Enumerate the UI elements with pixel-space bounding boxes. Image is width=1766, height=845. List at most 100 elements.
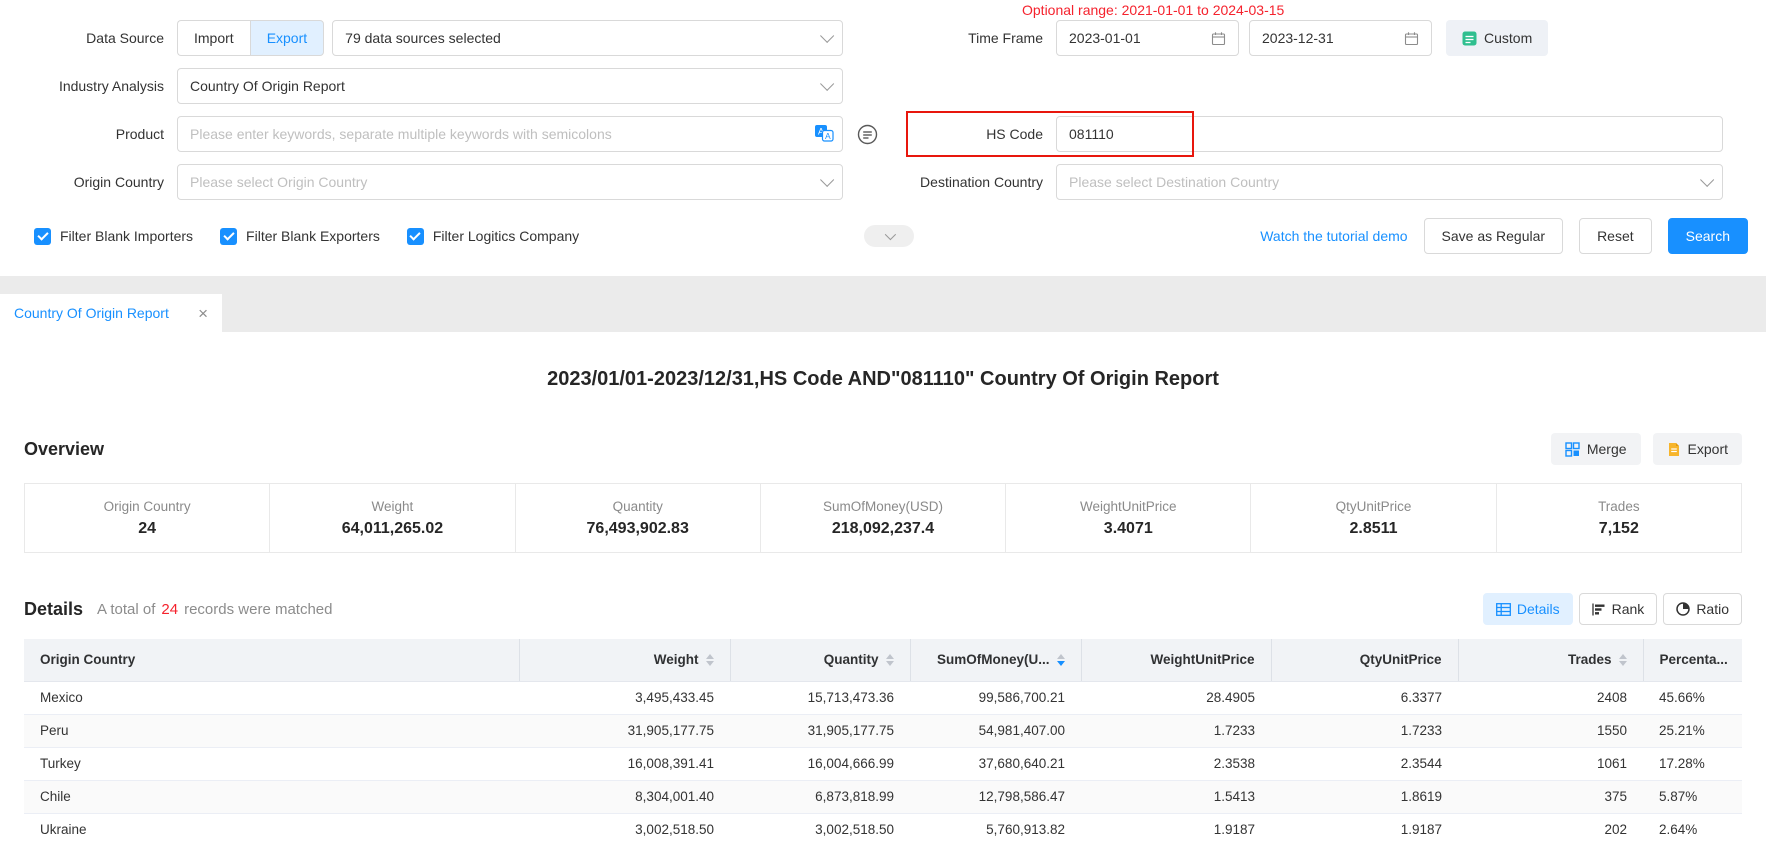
save-as-regular-button[interactable]: Save as Regular (1424, 218, 1564, 254)
view-ratio-label: Ratio (1696, 601, 1729, 617)
form-row-countries: Origin Country Please select Origin Coun… (0, 164, 1766, 200)
report-tabs-bar: Country Of Origin Report × (0, 276, 1766, 332)
overview-actions: Merge Export (1551, 433, 1742, 465)
details-header: Details A total of24records were matched… (24, 593, 1742, 625)
industry-analysis-label: Industry Analysis (0, 78, 177, 94)
column-label: Weight (654, 652, 699, 667)
time-frame-label: Time Frame (906, 30, 1056, 46)
import-toggle-button[interactable]: Import (177, 20, 250, 56)
cell-quantity: 6,873,818.99 (730, 780, 910, 813)
cell-trades: 1061 (1458, 747, 1643, 780)
filter-blank-importers-checkbox[interactable]: Filter Blank Importers (34, 228, 193, 245)
cell-weight: 31,905,177.75 (519, 714, 730, 747)
trade-data-app: Optional range: 2021-01-01 to 2024-03-15… (0, 0, 1766, 845)
industry-analysis-select[interactable]: Country Of Origin Report (177, 68, 843, 104)
merge-button-label: Merge (1587, 441, 1627, 457)
expand-more-filters-button[interactable] (864, 225, 914, 247)
destination-country-select[interactable]: Please select Destination Country (1056, 164, 1723, 200)
cell-sum-of-money: 54,981,407.00 (910, 714, 1081, 747)
filter-blank-exporters-checkbox[interactable]: Filter Blank Exporters (220, 228, 380, 245)
sort-carets-icon[interactable] (706, 654, 714, 667)
merge-button[interactable]: Merge (1551, 433, 1641, 465)
column-header-trades[interactable]: Trades (1458, 639, 1643, 681)
search-button[interactable]: Search (1668, 218, 1748, 254)
sort-carets-icon[interactable] (886, 654, 894, 667)
product-controls: AA (177, 116, 843, 152)
stat-label: WeightUnitPrice (1080, 499, 1177, 514)
stat-value: 218,092,237.4 (832, 520, 934, 538)
tab-country-of-origin-report[interactable]: Country Of Origin Report × (0, 294, 222, 332)
product-input-wrap: AA (177, 116, 843, 152)
hs-code-input[interactable] (1056, 116, 1723, 152)
checkbox-checked-icon (34, 228, 51, 245)
cell-quantity: 3,002,518.50 (730, 813, 910, 845)
column-header-origin-country: Origin Country (24, 639, 519, 681)
tutorial-demo-link[interactable]: Watch the tutorial demo (1260, 228, 1407, 244)
tab-close-icon[interactable]: × (198, 305, 208, 322)
view-ratio-button[interactable]: Ratio (1663, 593, 1742, 625)
overview-header: Overview Merge Export (24, 433, 1742, 465)
column-label: Trades (1568, 652, 1612, 667)
view-rank-button[interactable]: Rank (1579, 593, 1658, 625)
details-table: Origin Country Weight Quantity SumOfMone… (24, 639, 1742, 845)
column-label: Percenta... (1660, 652, 1728, 667)
column-label: QtyUnitPrice (1360, 652, 1442, 667)
end-date-input[interactable]: 2023-12-31 (1249, 20, 1432, 56)
cell-origin-country: Peru (24, 714, 519, 747)
cell-weight: 16,008,391.41 (519, 747, 730, 780)
start-date-input[interactable]: 2023-01-01 (1056, 20, 1239, 56)
export-toggle-button[interactable]: Export (250, 20, 324, 56)
data-source-selected-value: 79 data sources selected (345, 30, 501, 46)
data-source-controls: Import Export 79 data sources selected (177, 20, 843, 56)
calendar-icon (1404, 31, 1419, 46)
data-source-select[interactable]: 79 data sources selected (332, 20, 843, 56)
stat-quantity: Quantity 76,493,902.83 (516, 484, 761, 552)
cell-trades: 2408 (1458, 681, 1643, 714)
form-row-industry-analysis: Industry Analysis Country Of Origin Repo… (0, 68, 1766, 104)
column-header-sum-of-money[interactable]: SumOfMoney(U... (910, 639, 1081, 681)
filter-logistics-company-checkbox[interactable]: Filter Logitics Company (407, 228, 579, 245)
cell-quantity: 16,004,666.99 (730, 747, 910, 780)
records-summary: A total of24records were matched (97, 601, 332, 618)
sort-carets-icon[interactable] (1619, 654, 1627, 667)
stat-label: QtyUnitPrice (1336, 499, 1412, 514)
column-header-weight[interactable]: Weight (519, 639, 730, 681)
origin-country-label: Origin Country (0, 174, 177, 190)
custom-button-label: Custom (1484, 30, 1532, 46)
cell-trades: 375 (1458, 780, 1643, 813)
stat-value: 76,493,902.83 (587, 520, 689, 538)
chevron-down-icon (885, 229, 896, 240)
destination-country-controls: Please select Destination Country (1056, 164, 1723, 200)
start-date-value: 2023-01-01 (1069, 30, 1141, 46)
cell-percentage: 25.21% (1643, 714, 1742, 747)
table-header-row: Origin Country Weight Quantity SumOfMone… (24, 639, 1742, 681)
stat-weight: Weight 64,011,265.02 (270, 484, 515, 552)
custom-range-button[interactable]: Custom (1446, 20, 1548, 56)
cell-weight: 3,495,433.45 (519, 681, 730, 714)
product-keywords-input[interactable] (177, 116, 843, 152)
cell-qty-unit-price: 1.9187 (1271, 813, 1458, 845)
sort-carets-icon[interactable] (1057, 654, 1065, 667)
stat-sum-of-money: SumOfMoney(USD) 218,092,237.4 (761, 484, 1006, 552)
form-row-data-source: Data Source Import Export 79 data source… (0, 20, 1766, 56)
cell-origin-country: Chile (24, 780, 519, 813)
reset-button[interactable]: Reset (1579, 218, 1652, 254)
cell-qty-unit-price: 1.8619 (1271, 780, 1458, 813)
view-details-button[interactable]: Details (1483, 593, 1573, 625)
ratio-pie-icon (1676, 602, 1690, 616)
table-row: Mexico 3,495,433.45 15,713,473.36 99,586… (24, 681, 1742, 714)
export-button[interactable]: Export (1653, 433, 1742, 465)
cell-sum-of-money: 99,586,700.21 (910, 681, 1081, 714)
translate-icon[interactable]: AA (814, 124, 834, 143)
chevron-down-icon (820, 173, 834, 187)
cell-weight-unit-price: 1.7233 (1081, 714, 1271, 747)
keyword-batch-icon[interactable] (857, 124, 878, 145)
column-header-quantity[interactable]: Quantity (730, 639, 910, 681)
origin-country-select[interactable]: Please select Origin Country (177, 164, 843, 200)
hs-code-label: HS Code (906, 126, 1056, 142)
export-file-icon (1667, 442, 1681, 457)
cell-weight-unit-price: 1.9187 (1081, 813, 1271, 845)
destination-country-label: Destination Country (906, 174, 1056, 190)
calendar-icon (1211, 31, 1226, 46)
cell-weight-unit-price: 2.3538 (1081, 747, 1271, 780)
